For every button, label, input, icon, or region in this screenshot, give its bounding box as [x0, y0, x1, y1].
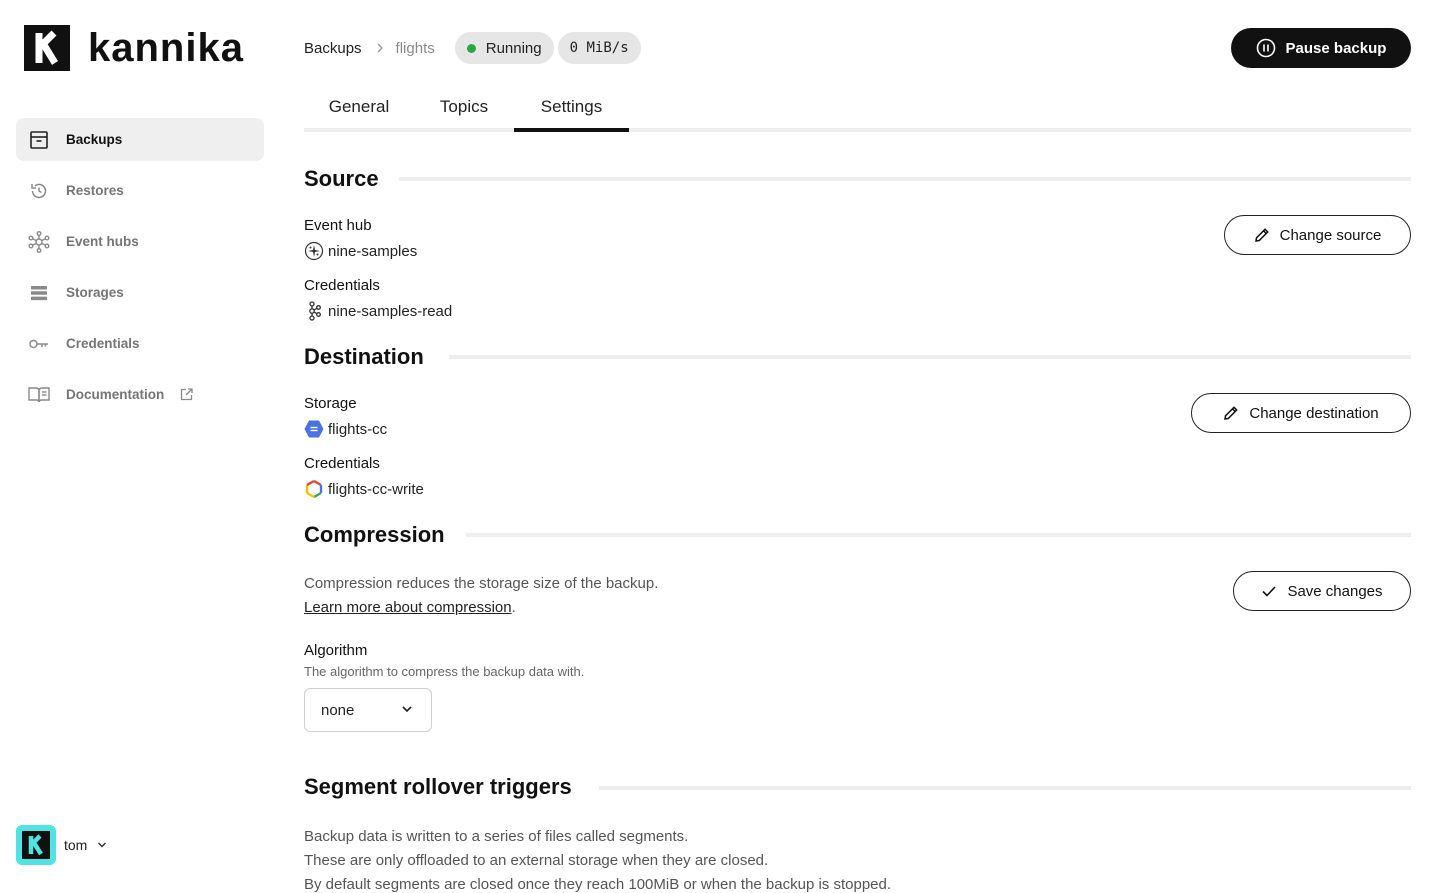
segment-description: Backup data is written to a series of fi… — [304, 825, 891, 893]
change-destination-label: Change destination — [1249, 404, 1379, 422]
learn-more-compression-link[interactable]: Learn more about compression — [304, 599, 512, 616]
algorithm-selected-value: none — [321, 701, 355, 719]
sidebar-item-documentation[interactable]: Documentation — [16, 373, 264, 416]
event-hub-icon — [304, 241, 324, 261]
sidebar-nav: Backups Restores Event hubs Storages Cre… — [16, 118, 264, 424]
source-credentials-name: nine-samples-read — [328, 302, 453, 320]
segment-rollover-section-title: Segment rollover triggers — [304, 774, 572, 799]
pencil-icon — [1223, 405, 1239, 421]
throughput-badge: 0 MiB/s — [557, 32, 641, 64]
section-divider — [399, 177, 1411, 181]
section-divider — [599, 786, 1411, 790]
destination-credentials-value: flights-cc-write — [304, 479, 424, 499]
sidebar-item-label: Storages — [66, 285, 124, 300]
pause-circle-icon — [1256, 38, 1276, 58]
segment-description-line-3: By default segments are closed once they… — [304, 876, 892, 893]
breadcrumb-current: flights — [395, 39, 435, 57]
segment-description-line-2: These are only offloaded to an external … — [304, 852, 769, 869]
pause-backup-button[interactable]: Pause backup — [1231, 28, 1411, 68]
hub-network-icon — [28, 230, 50, 253]
period-text: . — [511, 599, 516, 616]
breadcrumb-backups-link[interactable]: Backups — [304, 40, 362, 57]
key-icon — [28, 333, 50, 355]
logo-wordmark: kannika — [88, 26, 244, 70]
google-cloud-icon — [304, 479, 324, 499]
destination-section-title: Destination — [304, 344, 424, 369]
chevron-down-icon — [401, 702, 413, 719]
user-name: tom — [64, 837, 88, 853]
storage-value: flights-cc — [304, 419, 387, 439]
tab-bar: General Topics Settings — [304, 82, 1411, 132]
tab-general[interactable]: General — [304, 82, 414, 132]
algorithm-label: Algorithm — [304, 642, 368, 659]
segment-description-line-1: Backup data is written to a series of fi… — [304, 828, 689, 845]
destination-credentials-name: flights-cc-write — [328, 480, 424, 498]
google-cloud-storage-icon — [304, 419, 324, 439]
save-changes-button[interactable]: Save changes — [1233, 571, 1411, 611]
kannika-logo-icon — [24, 25, 70, 71]
learn-more-row: Learn more about compression. — [304, 596, 658, 620]
external-link-icon — [180, 388, 193, 401]
user-menu[interactable]: tom — [16, 825, 107, 865]
logo[interactable]: kannika — [24, 25, 244, 71]
history-icon — [28, 180, 50, 202]
sidebar-item-label: Event hubs — [66, 234, 139, 249]
save-changes-label: Save changes — [1287, 582, 1383, 600]
sidebar-item-restores[interactable]: Restores — [16, 169, 264, 212]
change-source-button[interactable]: Change source — [1224, 215, 1411, 255]
sidebar: kannika Backups Restores Event hubs Stor… — [0, 0, 280, 893]
archive-box-icon — [28, 129, 50, 151]
status-dot-icon — [466, 43, 476, 53]
algorithm-select[interactable]: none — [304, 688, 432, 732]
book-open-icon — [28, 384, 50, 406]
status-label: Running — [485, 39, 542, 57]
compression-description-text: Compression reduces the storage size of … — [304, 575, 659, 592]
sidebar-item-credentials[interactable]: Credentials — [16, 322, 264, 365]
change-source-label: Change source — [1279, 226, 1382, 244]
storage-label: Storage — [304, 395, 357, 412]
pencil-icon — [1254, 227, 1270, 243]
event-hub-value: nine-samples — [304, 241, 417, 261]
kannika-avatar-icon — [22, 831, 50, 859]
section-divider — [449, 355, 1411, 359]
sidebar-item-label: Restores — [66, 183, 124, 198]
chevron-down-icon — [97, 840, 107, 850]
check-icon — [1261, 583, 1277, 599]
source-credentials-label: Credentials — [304, 277, 380, 294]
avatar — [16, 825, 56, 865]
server-stack-icon — [28, 282, 50, 304]
kafka-icon — [304, 301, 324, 321]
sidebar-item-label: Documentation — [66, 387, 165, 402]
sidebar-item-label: Credentials — [66, 336, 140, 351]
chevron-right-icon — [376, 42, 384, 54]
algorithm-helper-text: The algorithm to compress the backup dat… — [304, 664, 585, 679]
change-destination-button[interactable]: Change destination — [1191, 393, 1411, 433]
status-badge: Running — [454, 32, 554, 64]
sidebar-item-backups[interactable]: Backups — [16, 118, 264, 161]
compression-description: Compression reduces the storage size of … — [304, 572, 658, 620]
source-section-title: Source — [304, 166, 379, 191]
sidebar-item-event-hubs[interactable]: Event hubs — [16, 220, 264, 263]
storage-name: flights-cc — [328, 420, 388, 438]
pause-backup-label: Pause backup — [1285, 39, 1387, 57]
tab-settings[interactable]: Settings — [514, 82, 629, 132]
compression-section-title: Compression — [304, 522, 445, 547]
sidebar-item-label: Backups — [66, 132, 123, 147]
event-hub-name: nine-samples — [328, 242, 418, 260]
section-divider — [466, 533, 1411, 537]
destination-credentials-label: Credentials — [304, 455, 380, 472]
event-hub-label: Event hub — [304, 217, 372, 234]
source-credentials-value: nine-samples-read — [304, 301, 452, 321]
breadcrumb: Backups flights Running 0 MiB/s — [304, 32, 641, 64]
sidebar-item-storages[interactable]: Storages — [16, 271, 264, 314]
tab-topics[interactable]: Topics — [414, 82, 514, 132]
